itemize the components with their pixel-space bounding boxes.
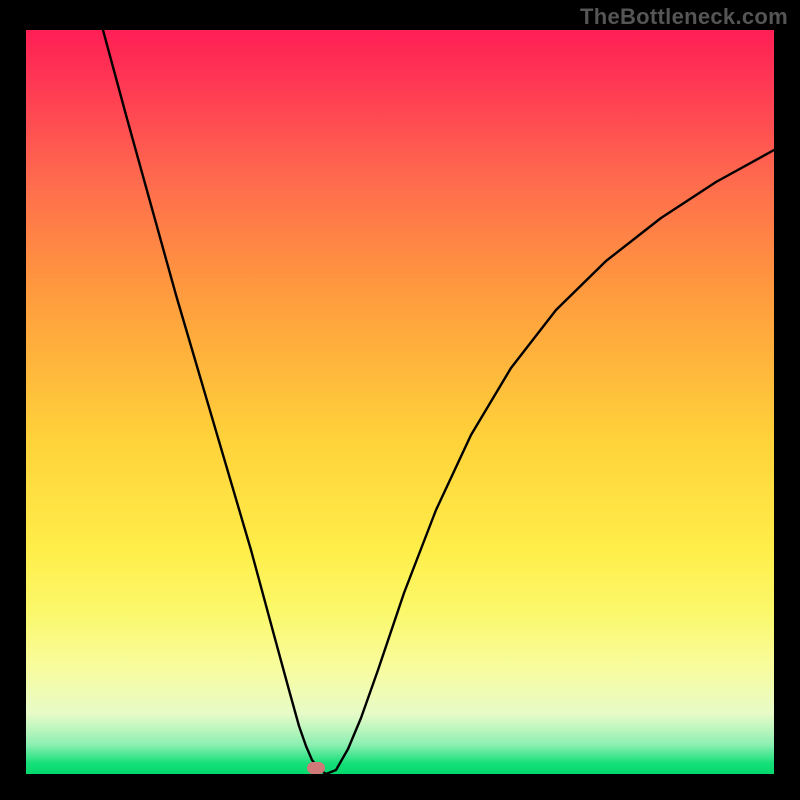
optimal-marker xyxy=(307,762,325,774)
plot-area xyxy=(26,30,774,774)
chart-frame: TheBottleneck.com xyxy=(0,0,800,800)
watermark-label: TheBottleneck.com xyxy=(580,4,788,30)
bottleneck-curve xyxy=(26,30,774,774)
